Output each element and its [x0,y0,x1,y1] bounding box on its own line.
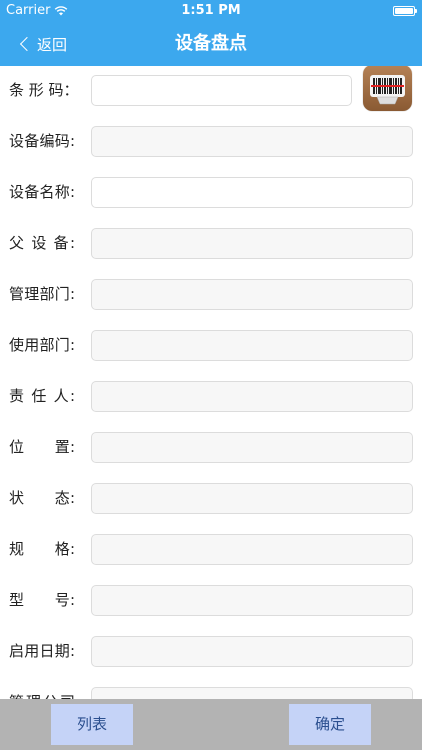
management-dept-input[interactable] [91,279,413,310]
location-label: 位 置: [9,438,75,456]
responsible-person-input[interactable] [91,381,413,412]
form-row-parent-device: 父 设 备: [0,228,422,279]
location-input[interactable] [91,432,413,463]
navigation-bar: 返回 设备盘点 [0,22,422,66]
form-row-using-dept: 使用部门: [0,330,422,381]
management-company-input[interactable] [91,687,413,699]
model-input[interactable] [91,585,413,616]
bottom-toolbar: 列表 确定 [0,699,422,750]
device-inventory-form: 条 形 码： 设备编码: 设备名称: 父 设 备: 管理部门: 使用部门: 责 任 人: 位 … [0,66,422,699]
status-bar: Carrier 1:51 PM [0,0,422,22]
form-row-model: 型 号: [0,585,422,636]
form-row-device-code: 设备编码: [0,126,422,177]
parent-device-input[interactable] [91,228,413,259]
form-row-responsible-person: 责 任 人: [0,381,422,432]
barcode-scanner-icon [370,75,405,105]
app-screen: Carrier 1:51 PM 返回 设备盘点 条 形 码： 设备编码: 设备名称:… [0,0,422,750]
battery-icon [393,6,417,16]
form-row-start-date: 启用日期: [0,636,422,687]
management-dept-label: 管理部门: [9,285,75,303]
form-row-management-dept: 管理部门: [0,279,422,330]
form-row-management-company: 管理公司 [0,687,422,699]
device-code-input[interactable] [91,126,413,157]
form-row-barcode: 条 形 码： [0,66,422,126]
using-dept-label: 使用部门: [9,336,75,354]
form-row-location: 位 置: [0,432,422,483]
responsible-person-label: 责 任 人: [9,387,75,405]
form-row-specification: 规 格: [0,534,422,585]
status-input[interactable] [91,483,413,514]
barcode-label: 条 形 码： [9,81,79,99]
status-time: 1:51 PM [181,3,241,18]
form-row-status: 状 态: [0,483,422,534]
specification-label: 规 格: [9,540,75,558]
barcode-input[interactable] [91,75,352,106]
device-name-label: 设备名称: [9,183,75,201]
model-label: 型 号: [9,591,75,609]
start-date-label: 启用日期: [9,642,75,660]
device-code-label: 设备编码: [9,132,75,150]
start-date-input[interactable] [91,636,413,667]
page-title: 设备盘点 [175,33,247,54]
device-name-input[interactable] [91,177,413,208]
confirm-button[interactable]: 确定 [289,704,371,745]
specification-input[interactable] [91,534,413,565]
management-company-label: 管理公司 [9,687,75,699]
form-row-device-name: 设备名称: [0,177,422,228]
parent-device-label: 父 设 备: [9,234,75,252]
using-dept-input[interactable] [91,330,413,361]
top-bar: Carrier 1:51 PM 返回 设备盘点 [0,0,422,66]
barcode-scan-button[interactable] [363,66,412,111]
status-label: 状 态: [9,489,75,507]
list-button[interactable]: 列表 [51,704,133,745]
